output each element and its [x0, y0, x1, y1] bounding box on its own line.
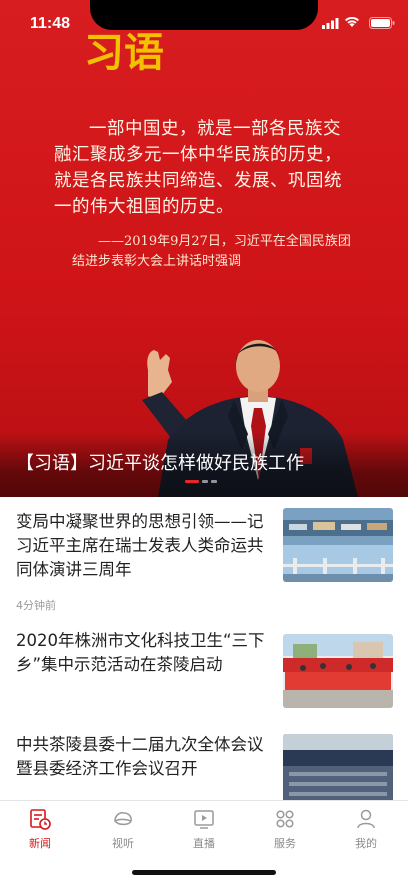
- tab-label: 我的: [355, 837, 377, 850]
- pager-dot: [211, 480, 217, 483]
- hero-banner[interactable]: 习语 一部中国史，就是一部各民族交融汇聚成多元一体中华民族的历史，就是各民族共同…: [0, 0, 408, 497]
- tab-profile[interactable]: 我的: [336, 807, 396, 851]
- pager-dot: [202, 480, 208, 483]
- hero-quote: 一部中国史，就是一部各民族交融汇聚成多元一体中华民族的历史，就是各民族共同缔造、…: [54, 119, 342, 217]
- status-time: 11:48: [30, 15, 71, 32]
- service-icon: [276, 810, 294, 828]
- news-item[interactable]: 2020年株洲市文化科技卫生“三下乡”集中示范活动在茶陵启动: [0, 615, 408, 723]
- news-title: 中共茶陵县委十二届九次全体会议暨县委经济工作会议召开: [16, 735, 264, 778]
- news-time: 4分钟前: [16, 599, 56, 612]
- tab-video[interactable]: 视听: [93, 807, 153, 851]
- news-thumbnail-port: [283, 508, 393, 582]
- tab-label: 视听: [112, 837, 134, 850]
- home-indicator: [132, 870, 276, 875]
- pager-dot: [185, 480, 199, 483]
- news-item[interactable]: 变局中凝聚世界的思想引领——记习近平主席在瑞士发表人类命运共同体演讲三周年 4分…: [0, 497, 408, 615]
- hero-caption[interactable]: 【习语】习近平谈怎样做好民族工作: [16, 449, 304, 475]
- tab-label: 新闻: [29, 837, 51, 850]
- battery-icon: [369, 17, 395, 29]
- news-thumbnail-meeting: [283, 734, 393, 808]
- news-thumbnail-event: [283, 634, 393, 708]
- profile-icon: [357, 809, 375, 829]
- cellular-signal-icon: [322, 18, 339, 29]
- tab-service[interactable]: 服务: [255, 807, 315, 851]
- hero-source: ——2019年9月27日，习近平在全国民族团结进步表彰大会上讲话时强调: [72, 234, 351, 269]
- news-title: 变局中凝聚世界的思想引领——记习近平主席在瑞士发表人类命运共同体演讲三周年: [16, 512, 264, 579]
- video-icon: [114, 812, 132, 826]
- tab-live[interactable]: 直播: [174, 807, 234, 851]
- notch: [90, 0, 318, 30]
- news-icon: [30, 809, 51, 830]
- status-bar: 11:48: [0, 0, 408, 44]
- news-item[interactable]: 中共茶陵县委十二届九次全体会议暨县委经济工作会议召开: [0, 723, 408, 808]
- live-icon: [194, 810, 214, 829]
- tab-label: 服务: [274, 837, 296, 850]
- tab-label: 直播: [193, 837, 215, 850]
- news-title: 2020年株洲市文化科技卫生“三下乡”集中示范活动在茶陵启动: [16, 631, 265, 674]
- tab-news[interactable]: 新闻: [10, 807, 70, 851]
- wifi-icon: [345, 16, 359, 27]
- carousel-pager: [185, 480, 217, 484]
